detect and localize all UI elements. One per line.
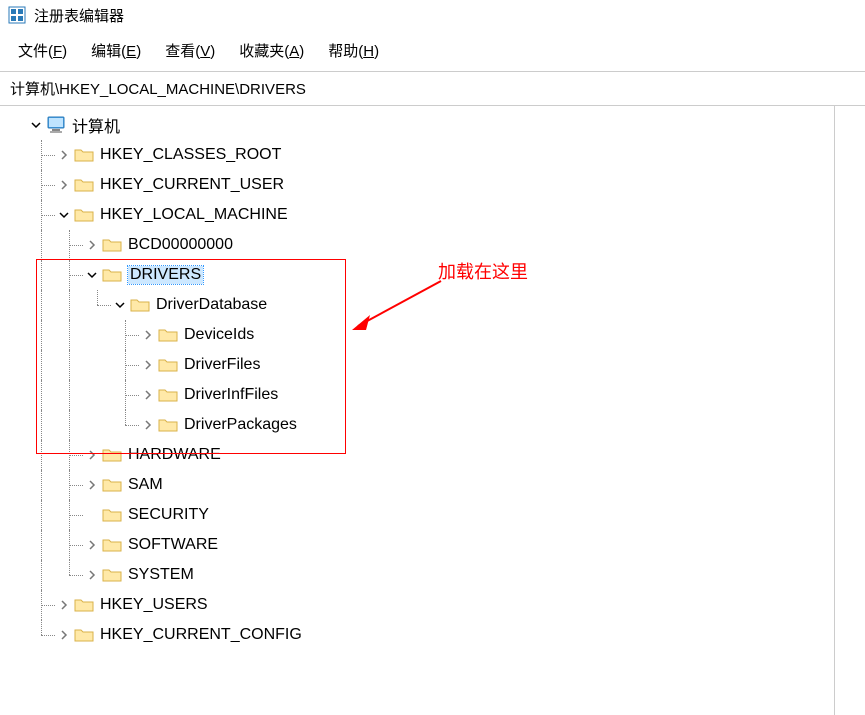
tree-label-driverpackages: DriverPackages: [184, 416, 297, 434]
expander-icon[interactable]: [84, 480, 100, 490]
tree-label-hklm: HKEY_LOCAL_MACHINE: [100, 206, 288, 224]
tree-label-driverinffiles: DriverInfFiles: [184, 386, 278, 404]
title-bar: 注册表编辑器: [0, 0, 865, 30]
tree-row-software[interactable]: SOFTWARE: [0, 530, 834, 560]
folder-icon: [102, 505, 122, 525]
registry-tree: 计算机 HKEY_CLASSES_ROOT: [0, 110, 834, 650]
tree-row-hkcr[interactable]: HKEY_CLASSES_ROOT: [0, 140, 834, 170]
folder-icon: [74, 625, 94, 645]
tree-row-hkcu[interactable]: HKEY_CURRENT_USER: [0, 170, 834, 200]
tree-label-hkcu: HKEY_CURRENT_USER: [100, 176, 284, 194]
expander-icon[interactable]: [84, 570, 100, 580]
tree-row-drivers[interactable]: DRIVERS: [0, 260, 834, 290]
tree-label-security: SECURITY: [128, 506, 209, 524]
menu-help[interactable]: 帮助(H): [316, 36, 391, 65]
folder-icon: [158, 385, 178, 405]
tree-label-hardware: HARDWARE: [128, 446, 221, 464]
folder-icon: [74, 205, 94, 225]
menu-view[interactable]: 查看(V): [153, 36, 227, 65]
folder-icon: [158, 325, 178, 345]
expander-icon[interactable]: [56, 600, 72, 610]
tree-pane[interactable]: 计算机 HKEY_CLASSES_ROOT: [0, 106, 835, 715]
tree-row-hklm[interactable]: HKEY_LOCAL_MACHINE: [0, 200, 834, 230]
tree-row-driverfiles[interactable]: DriverFiles: [0, 350, 834, 380]
folder-icon: [158, 355, 178, 375]
tree-row-root[interactable]: 计算机: [0, 110, 834, 140]
tree-row-driverdb[interactable]: DriverDatabase: [0, 290, 834, 320]
folder-icon: [102, 565, 122, 585]
expander-icon[interactable]: [84, 540, 100, 550]
tree-row-sam[interactable]: SAM: [0, 470, 834, 500]
tree-row-driverpackages[interactable]: DriverPackages: [0, 410, 834, 440]
folder-icon: [102, 535, 122, 555]
menu-edit[interactable]: 编辑(E): [79, 36, 153, 65]
expander-icon[interactable]: [112, 300, 128, 310]
folder-icon: [102, 445, 122, 465]
folder-icon: [158, 415, 178, 435]
tree-label-driverdb: DriverDatabase: [156, 296, 267, 314]
expander-icon[interactable]: [56, 180, 72, 190]
menu-bar: 文件(F) 编辑(E) 查看(V) 收藏夹(A) 帮助(H): [0, 30, 865, 71]
tree-row-hardware[interactable]: HARDWARE: [0, 440, 834, 470]
tree-row-system[interactable]: SYSTEM: [0, 560, 834, 590]
folder-icon: [74, 145, 94, 165]
expander-icon[interactable]: [84, 240, 100, 250]
tree-row-driverinffiles[interactable]: DriverInfFiles: [0, 380, 834, 410]
tree-label-hkcc: HKEY_CURRENT_CONFIG: [100, 626, 302, 644]
tree-label-hku: HKEY_USERS: [100, 596, 208, 614]
tree-label-sam: SAM: [128, 476, 163, 494]
values-pane[interactable]: [835, 106, 865, 715]
tree-label-system: SYSTEM: [128, 566, 194, 584]
tree-label-hkcr: HKEY_CLASSES_ROOT: [100, 146, 281, 164]
tree-row-hku[interactable]: HKEY_USERS: [0, 590, 834, 620]
folder-icon: [130, 295, 150, 315]
address-text: 计算机\HKEY_LOCAL_MACHINE\DRIVERS: [10, 81, 306, 98]
address-bar[interactable]: 计算机\HKEY_LOCAL_MACHINE\DRIVERS: [0, 71, 865, 106]
expander-icon[interactable]: [140, 420, 156, 430]
folder-icon: [74, 595, 94, 615]
expander-icon[interactable]: [140, 390, 156, 400]
computer-icon: [46, 115, 66, 135]
expander-icon[interactable]: [140, 360, 156, 370]
expander-icon[interactable]: [56, 150, 72, 160]
window-title: 注册表编辑器: [34, 5, 124, 26]
menu-file[interactable]: 文件(F): [6, 36, 79, 65]
folder-icon: [102, 235, 122, 255]
expander-icon[interactable]: [28, 120, 44, 130]
tree-label-drivers: DRIVERS: [128, 266, 203, 284]
tree-row-deviceids[interactable]: DeviceIds: [0, 320, 834, 350]
expander-icon[interactable]: [140, 330, 156, 340]
tree-label-driverfiles: DriverFiles: [184, 356, 260, 374]
folder-icon: [102, 475, 122, 495]
tree-row-hkcc[interactable]: HKEY_CURRENT_CONFIG: [0, 620, 834, 650]
tree-label-root: 计算机: [72, 113, 120, 137]
folder-icon: [102, 265, 122, 285]
folder-icon: [74, 175, 94, 195]
tree-row-bcd[interactable]: BCD00000000: [0, 230, 834, 260]
menu-favorites[interactable]: 收藏夹(A): [227, 36, 316, 65]
tree-label-bcd: BCD00000000: [128, 236, 233, 254]
expander-icon[interactable]: [56, 210, 72, 220]
expander-icon[interactable]: [84, 270, 100, 280]
expander-icon[interactable]: [84, 450, 100, 460]
tree-label-software: SOFTWARE: [128, 536, 218, 554]
regedit-icon: [8, 6, 26, 24]
tree-row-security[interactable]: SECURITY: [0, 500, 834, 530]
expander-icon[interactable]: [56, 630, 72, 640]
tree-label-deviceids: DeviceIds: [184, 326, 254, 344]
